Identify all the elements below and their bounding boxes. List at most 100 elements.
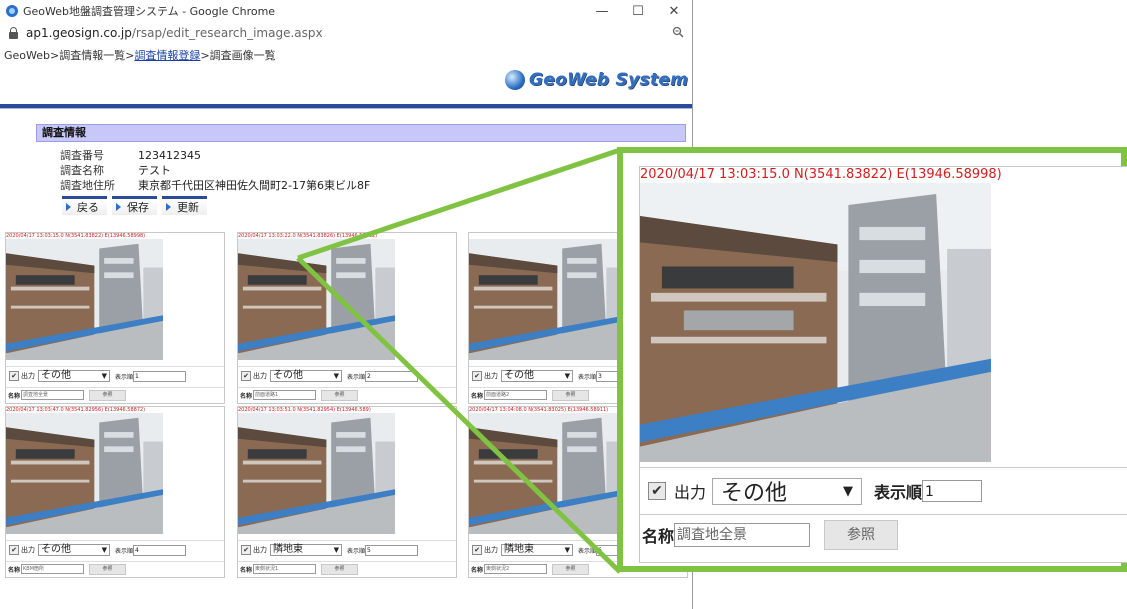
image-card: 2020/04/17 13:03:47.0 N(3541.82956) E(13… <box>5 406 225 578</box>
category-select-value: その他 <box>41 544 71 555</box>
minimize-button[interactable]: — <box>584 4 620 19</box>
output-label: 出力 <box>21 372 35 380</box>
name-input[interactable]: 東側状況2 <box>484 564 548 574</box>
output-checkbox[interactable]: ✔ <box>648 482 666 500</box>
zoom-icon[interactable] <box>672 26 684 41</box>
geoweb-logo: GeoWeb System <box>505 70 688 90</box>
name-input[interactable]: KBM箇所 <box>21 564 85 574</box>
order-label: 表示順 <box>578 373 597 381</box>
info-heading: 調査情報 <box>36 124 686 142</box>
name-input[interactable]: 調査地全景 <box>674 523 811 547</box>
output-label: 出力 <box>253 372 267 380</box>
browse-button[interactable]: 参照 <box>552 389 590 401</box>
name-input[interactable]: 前面道路2 <box>484 390 548 400</box>
name-label: 名称 <box>8 566 21 574</box>
output-label: 出力 <box>674 483 707 502</box>
chevron-down-icon: ▼ <box>101 372 107 380</box>
option-row: ✔ 出力 隣地東 ▼ 表示順 5 <box>238 540 456 559</box>
back-button[interactable]: 戻る <box>62 196 107 215</box>
info-row: 調査地住所 東京都千代田区神田佐久間町2-17第6東ビル8F <box>60 178 686 193</box>
survey-photo <box>238 239 395 360</box>
research-info-panel: 調査情報 調査番号 123412345 調査名称 テスト 調査地住所 東京都千代… <box>36 124 686 215</box>
chevron-down-icon: ▼ <box>564 546 570 554</box>
output-checkbox[interactable]: ✔ <box>472 545 482 555</box>
category-select[interactable]: 隣地東 ▼ <box>270 544 342 556</box>
output-checkbox[interactable]: ✔ <box>241 371 251 381</box>
image-card: 2020/04/17 13:03:51.0 N(3541.82954) E(13… <box>237 406 457 578</box>
order-label: 表示順 <box>874 483 923 502</box>
info-row: 調査名称 テスト <box>60 163 686 178</box>
category-select[interactable]: その他 ▼ <box>38 370 110 382</box>
browse-button[interactable]: 参照 <box>321 389 359 401</box>
order-label: 表示順 <box>347 547 366 555</box>
order-input[interactable]: 4 <box>133 544 187 556</box>
category-select-value: その他 <box>721 481 788 506</box>
output-checkbox[interactable]: ✔ <box>9 545 19 555</box>
name-input[interactable]: 調査地全景 <box>21 390 85 400</box>
url-path[interactable]: /rsap/edit_research_image.aspx <box>132 26 323 40</box>
action-buttons: 戻る 保存 更新 <box>62 196 686 215</box>
zoomed-timestamp: 2020/04/17 13:03:15.0 N(3541.83822) E(13… <box>640 167 1002 182</box>
browser-window: GeoWeb地盤調査管理システム - Google Chrome — ☐ ✕ a… <box>0 0 693 609</box>
browse-button[interactable]: 参照 <box>321 563 359 575</box>
browse-button[interactable]: 参照 <box>89 389 127 401</box>
maximize-button[interactable]: ☐ <box>620 4 656 19</box>
category-select[interactable]: 隣地東 ▼ <box>501 544 573 556</box>
save-button[interactable]: 保存 <box>112 196 157 215</box>
window-title: GeoWeb地盤調査管理システム - Google Chrome <box>23 5 276 18</box>
zoomed-image-card: 2020/04/17 13:03:15.0 N(3541.83822) E(13… <box>639 166 1127 563</box>
zoomed-name-row: 名称 調査地全景 参照 <box>640 514 1127 555</box>
info-value: テスト <box>138 164 171 177</box>
output-checkbox[interactable]: ✔ <box>472 371 482 381</box>
category-select-value: その他 <box>504 370 534 381</box>
name-label: 名称 <box>240 566 253 574</box>
output-label: 出力 <box>484 546 498 554</box>
name-label: 名称 <box>8 392 21 400</box>
name-label: 名称 <box>471 566 484 574</box>
category-select[interactable]: その他 ▼ <box>38 544 110 556</box>
order-input[interactable]: 5 <box>365 544 419 556</box>
header-rule <box>0 104 692 109</box>
order-input[interactable]: 1 <box>133 370 187 382</box>
close-button[interactable]: ✕ <box>656 4 692 19</box>
order-label: 表示順 <box>115 373 134 381</box>
name-label: 名称 <box>642 527 675 546</box>
breadcrumb-link-research-register[interactable]: 調査情報登録 <box>134 49 200 62</box>
category-select[interactable]: その他 ▼ <box>501 370 573 382</box>
output-label: 出力 <box>253 546 267 554</box>
arrow-right-icon <box>166 203 171 211</box>
address-bar[interactable]: ap1.geosign.co.jp/rsap/edit_research_ima… <box>0 22 692 44</box>
order-label: 表示順 <box>578 547 597 555</box>
browse-button[interactable]: 参照 <box>89 563 127 575</box>
name-input[interactable]: 前面道路1 <box>253 390 317 400</box>
browse-button[interactable]: 参照 <box>552 563 590 575</box>
name-input[interactable]: 東側状況1 <box>253 564 317 574</box>
name-row: 名称 東側状況1 参照 <box>238 561 456 576</box>
category-select-value: 隣地東 <box>273 544 303 555</box>
lock-icon[interactable] <box>9 26 18 39</box>
category-select[interactable]: その他 ▼ <box>270 370 342 382</box>
survey-photo <box>238 413 395 534</box>
logo-orb-icon <box>505 70 525 90</box>
url-host[interactable]: ap1.geosign.co.jp <box>26 26 132 40</box>
order-input[interactable]: 2 <box>365 370 419 382</box>
category-select[interactable]: その他 ▼ <box>712 477 863 506</box>
option-row: ✔ 出力 その他 ▼ 表示順 2 <box>238 366 456 385</box>
output-checkbox[interactable]: ✔ <box>241 545 251 555</box>
survey-photo <box>6 413 163 534</box>
category-select-value: その他 <box>41 370 71 381</box>
update-button[interactable]: 更新 <box>162 196 207 215</box>
zoomed-photo <box>640 183 991 462</box>
page-header: GeoWeb>調査情報一覧>調査情報登録>調査画像一覧 GeoWeb Syste… <box>0 44 692 106</box>
info-label: 調査番号 <box>60 149 104 162</box>
info-value: 東京都千代田区神田佐久間町2-17第6東ビル8F <box>138 179 371 192</box>
image-card: 2020/04/17 13:03:15.0 N(3541.83822) E(13… <box>5 232 225 404</box>
arrow-right-icon <box>116 203 121 211</box>
browse-button[interactable]: 参照 <box>824 520 899 550</box>
info-label: 調査地住所 <box>60 179 115 192</box>
info-label: 調査名称 <box>60 164 104 177</box>
survey-photo <box>469 413 626 534</box>
order-input[interactable]: 1 <box>922 480 983 502</box>
output-checkbox[interactable]: ✔ <box>9 371 19 381</box>
info-row: 調査番号 123412345 <box>60 148 686 163</box>
